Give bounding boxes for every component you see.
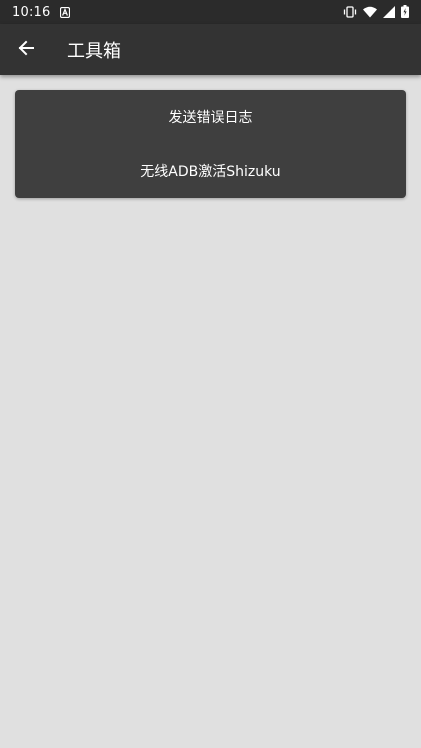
send-error-log-item[interactable]: 发送错误日志 [15, 90, 406, 144]
send-error-log-label: 发送错误日志 [168, 110, 253, 126]
status-time: 10:16 [12, 4, 51, 20]
wireless-adb-activate-shizuku-item[interactable]: 无线ADB激活Shizuku [15, 144, 406, 198]
app-bar: 工具箱 [0, 24, 421, 75]
a-notification-icon [60, 3, 71, 22]
vibrate-icon [343, 3, 357, 22]
back-button[interactable] [0, 24, 52, 75]
wifi-icon [363, 3, 377, 22]
arrow-left-icon [17, 39, 35, 61]
signal-icon [383, 3, 395, 22]
status-bar: 10:16 [0, 0, 421, 24]
wireless-adb-activate-shizuku-label: 无线ADB激活Shizuku [140, 164, 281, 180]
battery-charging-icon [401, 3, 409, 22]
toolbox-card: 发送错误日志 无线ADB激活Shizuku [15, 90, 406, 198]
page-title: 工具箱 [67, 40, 121, 62]
